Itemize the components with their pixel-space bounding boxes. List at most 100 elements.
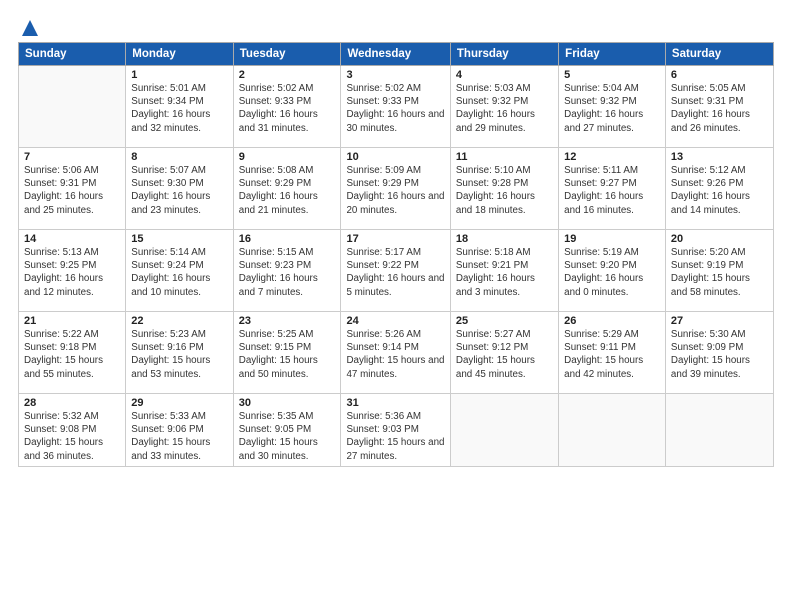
- calendar-cell: 14Sunrise: 5:13 AM Sunset: 9:25 PM Dayli…: [19, 230, 126, 312]
- calendar-cell: 8Sunrise: 5:07 AM Sunset: 9:30 PM Daylig…: [126, 148, 233, 230]
- day-info: Sunrise: 5:02 AM Sunset: 9:33 PM Dayligh…: [239, 82, 336, 135]
- calendar-cell: [665, 394, 773, 467]
- day-info: Sunrise: 5:12 AM Sunset: 9:26 PM Dayligh…: [671, 164, 768, 217]
- day-info: Sunrise: 5:07 AM Sunset: 9:30 PM Dayligh…: [131, 164, 227, 217]
- calendar-cell: 30Sunrise: 5:35 AM Sunset: 9:05 PM Dayli…: [233, 394, 341, 467]
- day-number: 21: [24, 315, 120, 327]
- day-number: 16: [239, 233, 336, 245]
- day-info: Sunrise: 5:04 AM Sunset: 9:32 PM Dayligh…: [564, 82, 660, 135]
- day-info: Sunrise: 5:25 AM Sunset: 9:15 PM Dayligh…: [239, 328, 336, 381]
- calendar-cell: 17Sunrise: 5:17 AM Sunset: 9:22 PM Dayli…: [341, 230, 450, 312]
- day-number: 1: [131, 69, 227, 81]
- day-info: Sunrise: 5:33 AM Sunset: 9:06 PM Dayligh…: [131, 410, 227, 463]
- calendar-cell: 15Sunrise: 5:14 AM Sunset: 9:24 PM Dayli…: [126, 230, 233, 312]
- day-number: 22: [131, 315, 227, 327]
- day-number: 20: [671, 233, 768, 245]
- day-info: Sunrise: 5:03 AM Sunset: 9:32 PM Dayligh…: [456, 82, 553, 135]
- day-number: 6: [671, 69, 768, 81]
- calendar-header-monday: Monday: [126, 43, 233, 66]
- calendar-week-row: 1Sunrise: 5:01 AM Sunset: 9:34 PM Daylig…: [19, 66, 774, 148]
- calendar-cell: 13Sunrise: 5:12 AM Sunset: 9:26 PM Dayli…: [665, 148, 773, 230]
- calendar-cell: [450, 394, 558, 467]
- day-number: 13: [671, 151, 768, 163]
- day-number: 9: [239, 151, 336, 163]
- day-number: 15: [131, 233, 227, 245]
- day-number: 3: [346, 69, 444, 81]
- day-number: 8: [131, 151, 227, 163]
- calendar-cell: 28Sunrise: 5:32 AM Sunset: 9:08 PM Dayli…: [19, 394, 126, 467]
- calendar-cell: 9Sunrise: 5:08 AM Sunset: 9:29 PM Daylig…: [233, 148, 341, 230]
- day-info: Sunrise: 5:26 AM Sunset: 9:14 PM Dayligh…: [346, 328, 444, 381]
- calendar-cell: 6Sunrise: 5:05 AM Sunset: 9:31 PM Daylig…: [665, 66, 773, 148]
- day-number: 18: [456, 233, 553, 245]
- calendar-cell: 4Sunrise: 5:03 AM Sunset: 9:32 PM Daylig…: [450, 66, 558, 148]
- calendar-cell: 5Sunrise: 5:04 AM Sunset: 9:32 PM Daylig…: [559, 66, 666, 148]
- day-info: Sunrise: 5:01 AM Sunset: 9:34 PM Dayligh…: [131, 82, 227, 135]
- day-number: 11: [456, 151, 553, 163]
- day-number: 29: [131, 397, 227, 409]
- calendar-cell: 27Sunrise: 5:30 AM Sunset: 9:09 PM Dayli…: [665, 312, 773, 394]
- day-info: Sunrise: 5:29 AM Sunset: 9:11 PM Dayligh…: [564, 328, 660, 381]
- calendar-week-row: 21Sunrise: 5:22 AM Sunset: 9:18 PM Dayli…: [19, 312, 774, 394]
- day-number: 10: [346, 151, 444, 163]
- calendar-cell: [559, 394, 666, 467]
- calendar-cell: 21Sunrise: 5:22 AM Sunset: 9:18 PM Dayli…: [19, 312, 126, 394]
- calendar-header-row: SundayMondayTuesdayWednesdayThursdayFrid…: [19, 43, 774, 66]
- day-info: Sunrise: 5:15 AM Sunset: 9:23 PM Dayligh…: [239, 246, 336, 299]
- calendar-cell: 24Sunrise: 5:26 AM Sunset: 9:14 PM Dayli…: [341, 312, 450, 394]
- day-info: Sunrise: 5:22 AM Sunset: 9:18 PM Dayligh…: [24, 328, 120, 381]
- day-number: 24: [346, 315, 444, 327]
- day-info: Sunrise: 5:36 AM Sunset: 9:03 PM Dayligh…: [346, 410, 444, 463]
- day-number: 28: [24, 397, 120, 409]
- calendar-cell: 10Sunrise: 5:09 AM Sunset: 9:29 PM Dayli…: [341, 148, 450, 230]
- calendar-cell: 1Sunrise: 5:01 AM Sunset: 9:34 PM Daylig…: [126, 66, 233, 148]
- day-number: 2: [239, 69, 336, 81]
- day-number: 30: [239, 397, 336, 409]
- calendar-cell: 18Sunrise: 5:18 AM Sunset: 9:21 PM Dayli…: [450, 230, 558, 312]
- day-info: Sunrise: 5:32 AM Sunset: 9:08 PM Dayligh…: [24, 410, 120, 463]
- logo: [18, 18, 40, 34]
- calendar-week-row: 14Sunrise: 5:13 AM Sunset: 9:25 PM Dayli…: [19, 230, 774, 312]
- day-info: Sunrise: 5:23 AM Sunset: 9:16 PM Dayligh…: [131, 328, 227, 381]
- day-info: Sunrise: 5:08 AM Sunset: 9:29 PM Dayligh…: [239, 164, 336, 217]
- day-number: 4: [456, 69, 553, 81]
- day-number: 26: [564, 315, 660, 327]
- day-info: Sunrise: 5:13 AM Sunset: 9:25 PM Dayligh…: [24, 246, 120, 299]
- day-number: 14: [24, 233, 120, 245]
- calendar-week-row: 7Sunrise: 5:06 AM Sunset: 9:31 PM Daylig…: [19, 148, 774, 230]
- calendar-header-saturday: Saturday: [665, 43, 773, 66]
- calendar-cell: 25Sunrise: 5:27 AM Sunset: 9:12 PM Dayli…: [450, 312, 558, 394]
- day-info: Sunrise: 5:02 AM Sunset: 9:33 PM Dayligh…: [346, 82, 444, 135]
- day-info: Sunrise: 5:06 AM Sunset: 9:31 PM Dayligh…: [24, 164, 120, 217]
- page: SundayMondayTuesdayWednesdayThursdayFrid…: [0, 0, 792, 612]
- day-info: Sunrise: 5:11 AM Sunset: 9:27 PM Dayligh…: [564, 164, 660, 217]
- day-info: Sunrise: 5:14 AM Sunset: 9:24 PM Dayligh…: [131, 246, 227, 299]
- calendar-cell: 29Sunrise: 5:33 AM Sunset: 9:06 PM Dayli…: [126, 394, 233, 467]
- day-number: 7: [24, 151, 120, 163]
- calendar-cell: 31Sunrise: 5:36 AM Sunset: 9:03 PM Dayli…: [341, 394, 450, 467]
- day-info: Sunrise: 5:35 AM Sunset: 9:05 PM Dayligh…: [239, 410, 336, 463]
- calendar-cell: 7Sunrise: 5:06 AM Sunset: 9:31 PM Daylig…: [19, 148, 126, 230]
- day-info: Sunrise: 5:17 AM Sunset: 9:22 PM Dayligh…: [346, 246, 444, 299]
- calendar-table: SundayMondayTuesdayWednesdayThursdayFrid…: [18, 42, 774, 467]
- day-info: Sunrise: 5:10 AM Sunset: 9:28 PM Dayligh…: [456, 164, 553, 217]
- day-info: Sunrise: 5:27 AM Sunset: 9:12 PM Dayligh…: [456, 328, 553, 381]
- calendar-cell: 26Sunrise: 5:29 AM Sunset: 9:11 PM Dayli…: [559, 312, 666, 394]
- calendar-cell: 23Sunrise: 5:25 AM Sunset: 9:15 PM Dayli…: [233, 312, 341, 394]
- calendar-header-wednesday: Wednesday: [341, 43, 450, 66]
- calendar-cell: 16Sunrise: 5:15 AM Sunset: 9:23 PM Dayli…: [233, 230, 341, 312]
- day-info: Sunrise: 5:09 AM Sunset: 9:29 PM Dayligh…: [346, 164, 444, 217]
- day-number: 31: [346, 397, 444, 409]
- calendar-header-tuesday: Tuesday: [233, 43, 341, 66]
- day-info: Sunrise: 5:20 AM Sunset: 9:19 PM Dayligh…: [671, 246, 768, 299]
- calendar-cell: 11Sunrise: 5:10 AM Sunset: 9:28 PM Dayli…: [450, 148, 558, 230]
- logo-icon: [20, 18, 40, 38]
- day-info: Sunrise: 5:18 AM Sunset: 9:21 PM Dayligh…: [456, 246, 553, 299]
- day-info: Sunrise: 5:19 AM Sunset: 9:20 PM Dayligh…: [564, 246, 660, 299]
- day-number: 5: [564, 69, 660, 81]
- calendar-cell: [19, 66, 126, 148]
- day-info: Sunrise: 5:30 AM Sunset: 9:09 PM Dayligh…: [671, 328, 768, 381]
- calendar-week-row: 28Sunrise: 5:32 AM Sunset: 9:08 PM Dayli…: [19, 394, 774, 467]
- calendar-cell: 19Sunrise: 5:19 AM Sunset: 9:20 PM Dayli…: [559, 230, 666, 312]
- day-number: 17: [346, 233, 444, 245]
